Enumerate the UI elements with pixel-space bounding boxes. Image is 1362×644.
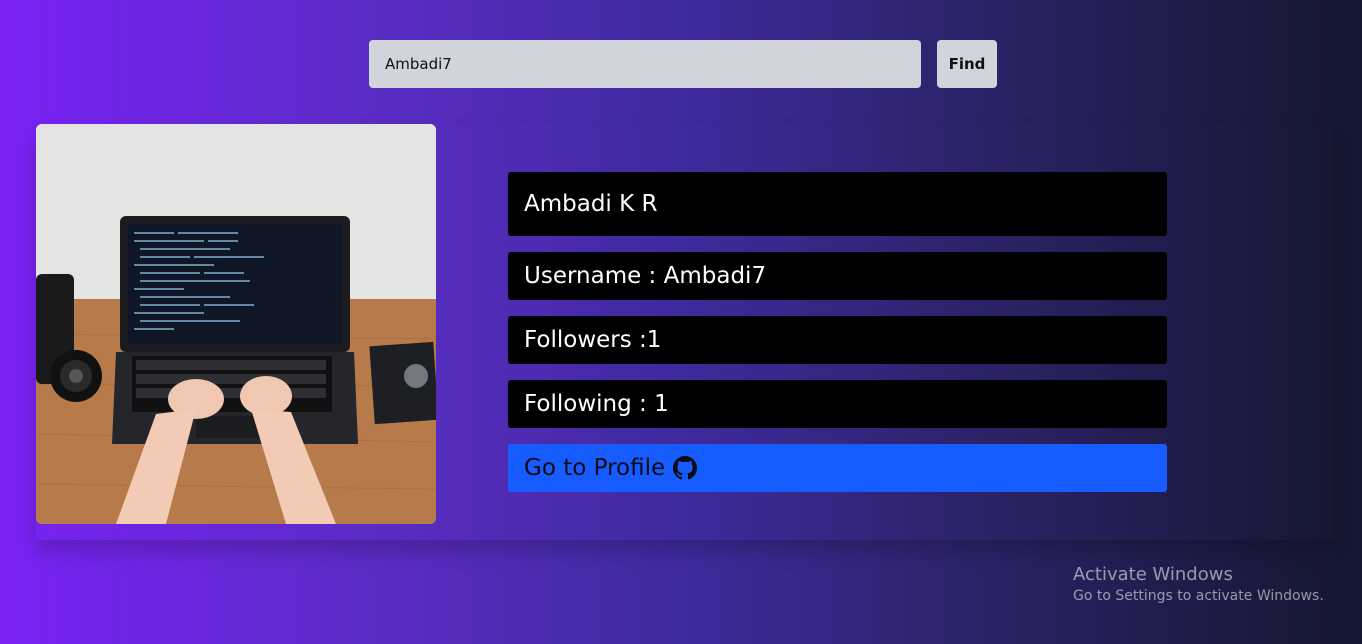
watermark-subtitle: Go to Settings to activate Windows. (1073, 588, 1324, 604)
search-input[interactable] (369, 40, 921, 88)
profile-photo (36, 124, 436, 524)
find-button[interactable]: Find (937, 40, 997, 88)
laptop-photo-icon (36, 124, 436, 524)
github-icon (673, 456, 698, 480)
watermark-title: Activate Windows (1073, 564, 1233, 585)
followers-box: Followers :1 (508, 316, 1167, 364)
profile-name: Ambadi K R (508, 172, 1167, 236)
profile-info: Ambadi K R Username : Ambadi7 Followers … (508, 172, 1167, 492)
search-bar: Find (369, 40, 997, 88)
go-to-profile-button[interactable]: Go to Profile (508, 444, 1167, 492)
username-box: Username : Ambadi7 (508, 252, 1167, 300)
go-to-profile-label: Go to Profile (524, 455, 666, 481)
following-box: Following : 1 (508, 380, 1167, 428)
windows-activation-watermark: Activate Windows Go to Settings to activ… (1073, 564, 1324, 604)
profile-card: Ambadi K R Username : Ambadi7 Followers … (36, 124, 1332, 540)
